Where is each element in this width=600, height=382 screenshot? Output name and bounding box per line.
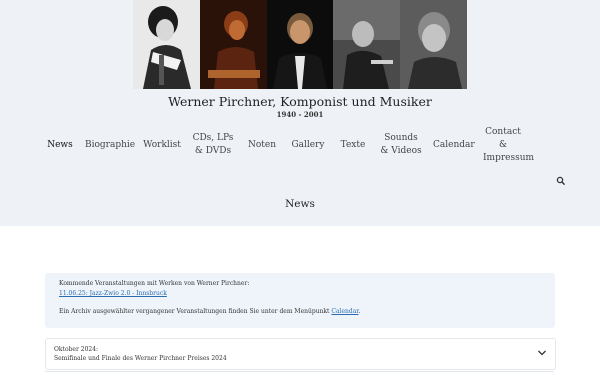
photo-portrait-4 [333,0,401,89]
upcoming-events-label: Kommende Veranstaltungen mit Werken von … [59,280,250,287]
accordion-month: Oktober 2024: [54,346,99,353]
archive-note-text: Ein Archiv ausgewählter vergangener Vera… [59,308,332,315]
nav-item-biographie[interactable]: Biographie [80,139,138,152]
site-years: 1940 - 2001 [276,110,324,119]
site-title: Werner Pirchner, Komponist und Musiker [168,94,432,109]
nav-item-gallery[interactable]: Gallery [284,139,332,152]
nav-item-sounds-videos[interactable]: Sounds & Videos [374,132,428,158]
nav-item-contact-impressum[interactable]: Contact & Impressum [478,126,534,165]
photo-portrait-1 [133,0,200,89]
calendar-link[interactable]: Calendar [331,308,358,315]
upcoming-events-box: Kommende Veranstaltungen mit Werken von … [45,273,555,328]
archive-note: Ein Archiv ausgewählter vergangener Vera… [59,308,360,315]
page-title: News [285,198,315,210]
nav-item-calendar[interactable]: Calendar [428,139,478,152]
accordion-title: Semifinale und Finale des Werner Pirchne… [54,355,227,362]
nav-item-worklist[interactable]: Worklist [138,139,186,152]
archive-note-end: . [358,308,361,315]
nav-item-cds-lps-dvds[interactable]: CDs, LPs & DVDs [186,132,240,158]
main-navigation: News Biographie Worklist CDs, LPs & DVDs… [40,124,588,166]
photo-portrait-2 [199,0,267,89]
photo-portrait-5 [400,0,467,89]
news-accordion-item[interactable]: Oktober 2024: Semifinale und Finale des … [45,338,556,370]
accordion-divider [45,371,554,382]
nav-item-noten[interactable]: Noten [240,139,284,152]
chevron-down-icon[interactable] [537,349,547,357]
search-icon[interactable] [555,172,567,185]
event-link[interactable]: 11.06.25: Jazz-Zwio 2.0 - Innsbruck [59,290,167,297]
nav-item-texte[interactable]: Texte [332,139,374,152]
nav-item-news[interactable]: News [40,139,80,152]
photo-portrait-3 [266,0,334,89]
header-photo-strip [133,0,467,89]
